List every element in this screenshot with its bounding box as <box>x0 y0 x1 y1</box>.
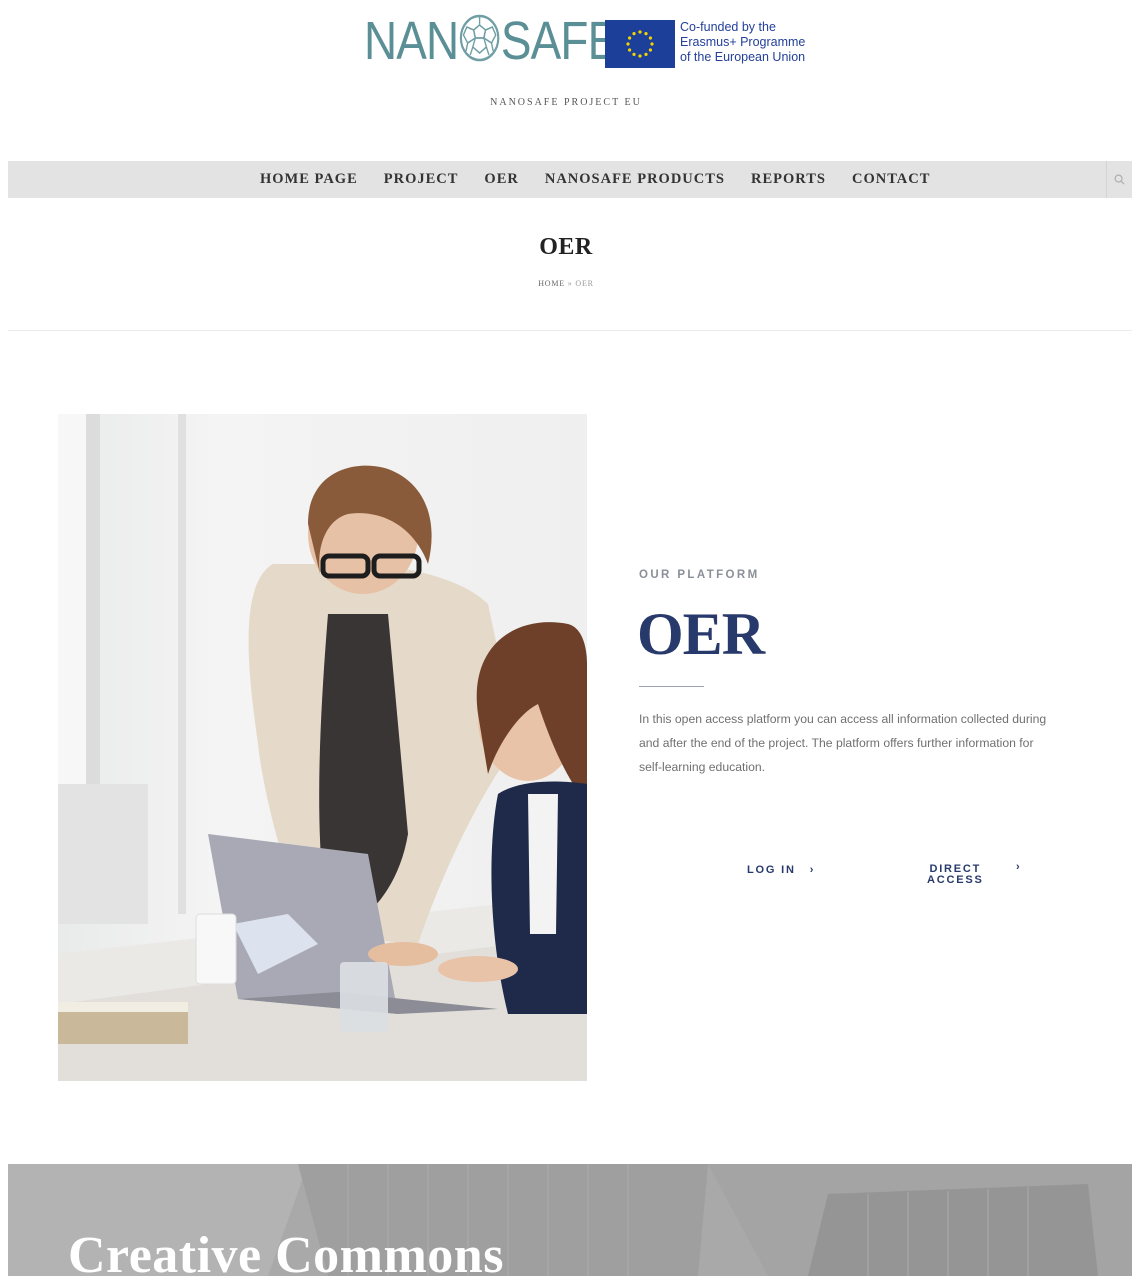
eu-line-3: of the European Union <box>680 50 806 64</box>
breadcrumb-home[interactable]: HOME <box>538 279 565 288</box>
breadcrumb-current: OER <box>575 279 594 288</box>
search-button[interactable] <box>1106 161 1132 198</box>
search-icon <box>1114 174 1125 185</box>
platform-description: In this open access platform you can acc… <box>639 712 1047 774</box>
direct-access-button[interactable]: DIRECT ACCESS › <box>927 861 1037 886</box>
eu-funding-text: Co-funded by the Erasmus+ Programme of t… <box>680 20 805 65</box>
direct-access-line-2: ACCESS <box>927 874 984 886</box>
logo-text-left: NAN <box>364 11 459 71</box>
hero-photo <box>58 414 587 1081</box>
nav-item-home-page[interactable]: HOME PAGE <box>260 171 358 188</box>
title-underline <box>639 686 704 687</box>
login-button[interactable]: LOG IN › <box>747 862 815 878</box>
site-logo[interactable]: NAN SAFE Co-funded by the Erasmus+ Progra… <box>0 8 1132 78</box>
platform-eyebrow: OUR PLATFORM <box>639 569 760 581</box>
breadcrumb: HOME » OER <box>0 279 1132 288</box>
eu-line-1: Co-funded by the <box>680 20 776 34</box>
platform-title: OER <box>637 601 765 667</box>
banner-title: Creative Commons <box>68 1227 504 1276</box>
chevron-right-icon: › <box>809 864 816 876</box>
chevron-right-icon: › <box>1016 861 1022 873</box>
section-divider <box>8 330 1132 331</box>
fullerene-icon <box>458 13 501 63</box>
nav-item-reports[interactable]: REPORTS <box>751 171 826 188</box>
creative-commons-banner: Creative Commons <box>8 1164 1132 1276</box>
direct-access-label: DIRECT ACCESS <box>927 864 984 886</box>
nav-item-project[interactable]: PROJECT <box>384 171 459 188</box>
nav-item-oer[interactable]: OER <box>484 171 518 188</box>
eu-flag-icon <box>605 20 675 68</box>
site-tagline: NANOSAFE PROJECT EU <box>490 97 642 108</box>
nav-item-nanosafe-products[interactable]: NANOSAFE PRODUCTS <box>545 171 725 188</box>
logo-text-right: SAFE <box>500 11 618 71</box>
eu-line-2: Erasmus+ Programme <box>680 35 806 49</box>
page-title: OER <box>539 234 593 260</box>
nav-item-contact[interactable]: CONTACT <box>852 171 930 188</box>
main-nav: HOME PAGE PROJECT OER NANOSAFE PRODUCTS … <box>8 161 1132 198</box>
nanosafe-logo: NAN SAFE <box>364 10 618 72</box>
login-label: LOG IN <box>747 864 796 876</box>
breadcrumb-separator: » <box>567 279 573 288</box>
